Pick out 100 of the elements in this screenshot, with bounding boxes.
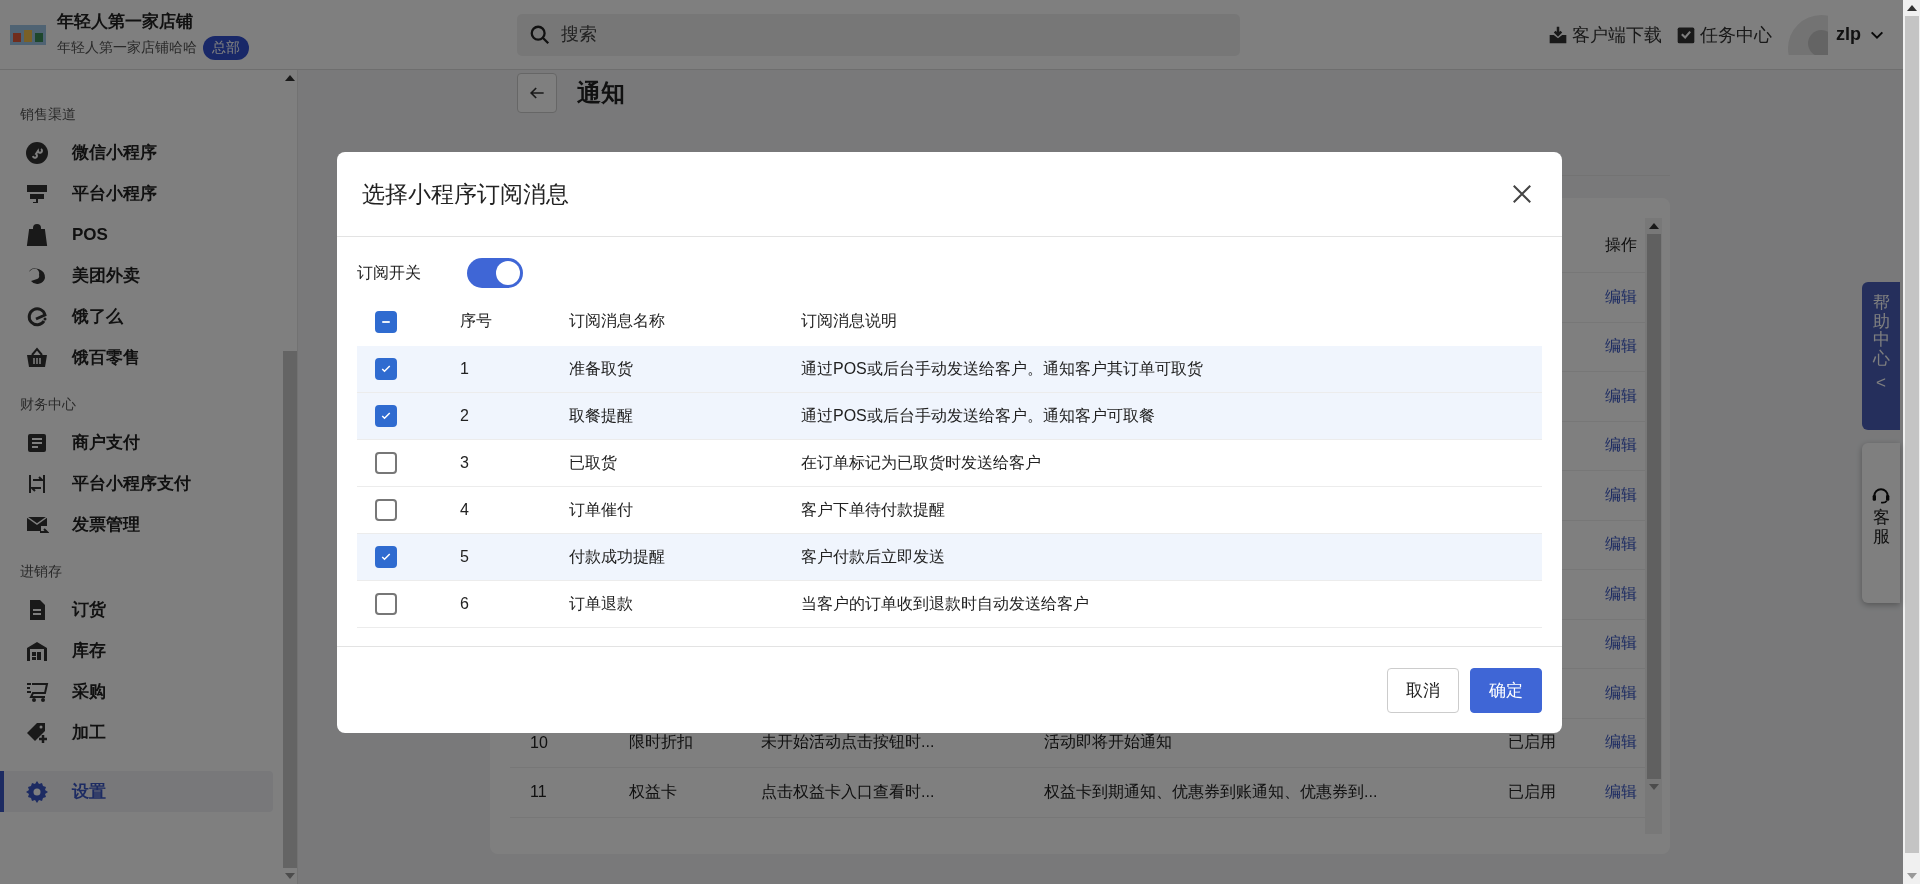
headset-icon — [1871, 485, 1891, 505]
search-icon — [529, 23, 551, 46]
sidebar-item[interactable]: 订货 — [0, 589, 273, 630]
tag-plus-icon — [25, 720, 49, 745]
table-cell-text: 5 — [460, 548, 470, 566]
table-row[interactable]: 3 已取货 在订单标记为已取货时发送给客户 — [357, 440, 1542, 487]
table-cell-text: 准备取货 — [569, 358, 634, 379]
scroll-down-icon[interactable] — [285, 873, 295, 879]
edit-link[interactable]: 编辑 — [1605, 337, 1637, 355]
user-menu[interactable]: zlp — [1788, 14, 1885, 55]
cancel-button[interactable]: 取消 — [1387, 667, 1459, 713]
close-icon — [1511, 183, 1533, 205]
sidebar-item[interactable]: 商户支付 — [0, 422, 273, 463]
task-center-link[interactable]: 任务中心 — [1676, 22, 1772, 47]
toggle-switch[interactable] — [467, 258, 523, 288]
edit-link[interactable]: 编辑 — [1605, 287, 1637, 305]
scrollbar-thumb[interactable] — [283, 351, 297, 868]
edit-link[interactable]: 编辑 — [1605, 733, 1637, 751]
table-cell-text: 在订单标记为已取货时发送给客户 — [801, 452, 1042, 473]
checkbox[interactable] — [375, 593, 397, 615]
sidebar-item[interactable]: 平台小程序 — [0, 173, 273, 214]
checkbox[interactable] — [375, 452, 397, 474]
back-button[interactable] — [517, 73, 557, 113]
sidebar-item[interactable]: 加工 — [0, 712, 273, 753]
store-logo-icon — [10, 24, 46, 45]
table-cell-text: 4 — [460, 501, 470, 519]
checkmark-icon — [380, 410, 392, 422]
avatar-icon — [1788, 14, 1828, 55]
table-cell-text: 6 — [460, 595, 470, 613]
table-cell-text: 已启用 — [1508, 732, 1557, 753]
checkbox[interactable] — [375, 499, 397, 521]
search-field[interactable]: 搜索 — [517, 13, 1240, 56]
table-cell-text: 订单催付 — [569, 499, 634, 520]
download-icon — [1548, 24, 1568, 45]
table-cell-text: 11 — [530, 783, 548, 802]
edit-link[interactable]: 编辑 — [1605, 683, 1637, 701]
table-cell-text: 已启用 — [1508, 781, 1557, 802]
bag-icon — [25, 222, 49, 247]
sidebar-item[interactable]: 设置 — [0, 771, 273, 812]
table-row[interactable]: 1 准备取货 通过POS或后台手动发送给客户。通知客户其订单可取货 — [357, 346, 1542, 393]
table-cell-text: 10 — [530, 733, 549, 752]
store-name: 年轻人第一家店铺 — [57, 10, 194, 33]
sidebar-item[interactable]: 饿了么 — [0, 296, 273, 337]
table-cell-text: 2 — [460, 407, 470, 425]
scrollbar-thumb[interactable] — [1646, 234, 1661, 779]
switch-label: 订阅开关 — [357, 262, 421, 283]
table-row[interactable]: 6 订单退款 当客户的订单收到退款时自动发送给客户 — [357, 581, 1542, 628]
table-cell-text: 通过POS或后台手动发送给客户。通知客户可取餐 — [801, 405, 1156, 426]
table-row[interactable]: 5 付款成功提醒 客户付款后立即发送 — [357, 534, 1542, 581]
column-header: 订阅消息名称 — [569, 311, 666, 331]
edit-link[interactable]: 编辑 — [1605, 535, 1637, 553]
table-cell-text: 1 — [460, 360, 470, 378]
edit-link[interactable]: 编辑 — [1605, 782, 1637, 800]
checkmark-icon — [380, 551, 392, 563]
table-row[interactable]: 2 取餐提醒 通过POS或后台手动发送给客户。通知客户可取餐 — [357, 393, 1542, 440]
table-cell-text: 当客户的订单收到退款时自动发送给客户 — [801, 593, 1090, 614]
table-cell-text: 3 — [460, 454, 470, 472]
sidebar-item[interactable]: 库存 — [0, 630, 273, 671]
checkbox[interactable] — [375, 546, 397, 568]
help-center-tab[interactable]: 帮助中心 < — [1862, 282, 1900, 430]
sidebar-item[interactable]: 饿百零售 — [0, 337, 273, 378]
scroll-up-icon[interactable] — [285, 75, 295, 81]
edit-link[interactable]: 编辑 — [1605, 485, 1637, 503]
column-header: 序号 — [460, 311, 493, 331]
scrollbar-thumb[interactable] — [1904, 16, 1919, 853]
edit-link[interactable]: 编辑 — [1605, 584, 1637, 602]
sidebar-item[interactable]: 美团外卖 — [0, 255, 273, 296]
column-header: 操作 — [1605, 234, 1638, 255]
hq-badge: 总部 — [203, 35, 249, 60]
sidebar-item[interactable]: 平台小程序支付 — [0, 463, 273, 504]
table-cell-text: 已取货 — [569, 452, 618, 473]
link-icon — [25, 140, 49, 165]
gear-icon — [25, 779, 49, 804]
checkmark-icon — [380, 363, 392, 375]
customer-service-tab[interactable]: 客服 — [1862, 443, 1900, 603]
select-all-checkbox[interactable] — [375, 310, 397, 333]
checkbox[interactable] — [375, 405, 397, 427]
column-header: 订阅消息说明 — [801, 311, 898, 331]
confirm-button[interactable]: 确定 — [1470, 667, 1542, 713]
table-cell-text: 活动即将开始通知 — [1044, 732, 1173, 753]
scrollbar[interactable] — [1903, 0, 1920, 884]
sidebar-item[interactable]: 发票管理 — [0, 504, 273, 545]
sidebar-item[interactable]: POS — [0, 214, 273, 255]
section-heading: 进销存 — [19, 563, 63, 581]
table-cell-text: 客户下单待付款提醒 — [801, 499, 946, 520]
edit-link[interactable]: 编辑 — [1605, 634, 1637, 652]
scrollbar[interactable] — [1645, 218, 1662, 834]
scroll-down-icon[interactable] — [1906, 873, 1917, 879]
edit-link[interactable]: 编辑 — [1605, 386, 1637, 404]
download-link[interactable]: 客户端下载 — [1548, 22, 1662, 47]
table-cell-text: 付款成功提醒 — [569, 546, 666, 567]
sidebar-item[interactable]: 采购 — [0, 671, 273, 712]
section-heading: 销售渠道 — [19, 106, 77, 124]
edit-link[interactable]: 编辑 — [1605, 436, 1637, 454]
table-cell-text: 点击权益卡入口查看时... — [761, 781, 936, 802]
checkbox[interactable] — [375, 358, 397, 380]
e-letter-icon — [25, 304, 49, 329]
table-cell-text: 订单退款 — [569, 593, 634, 614]
sidebar-item[interactable]: 微信小程序 — [0, 132, 273, 173]
table-cell-text: 限时折扣 — [629, 732, 694, 753]
